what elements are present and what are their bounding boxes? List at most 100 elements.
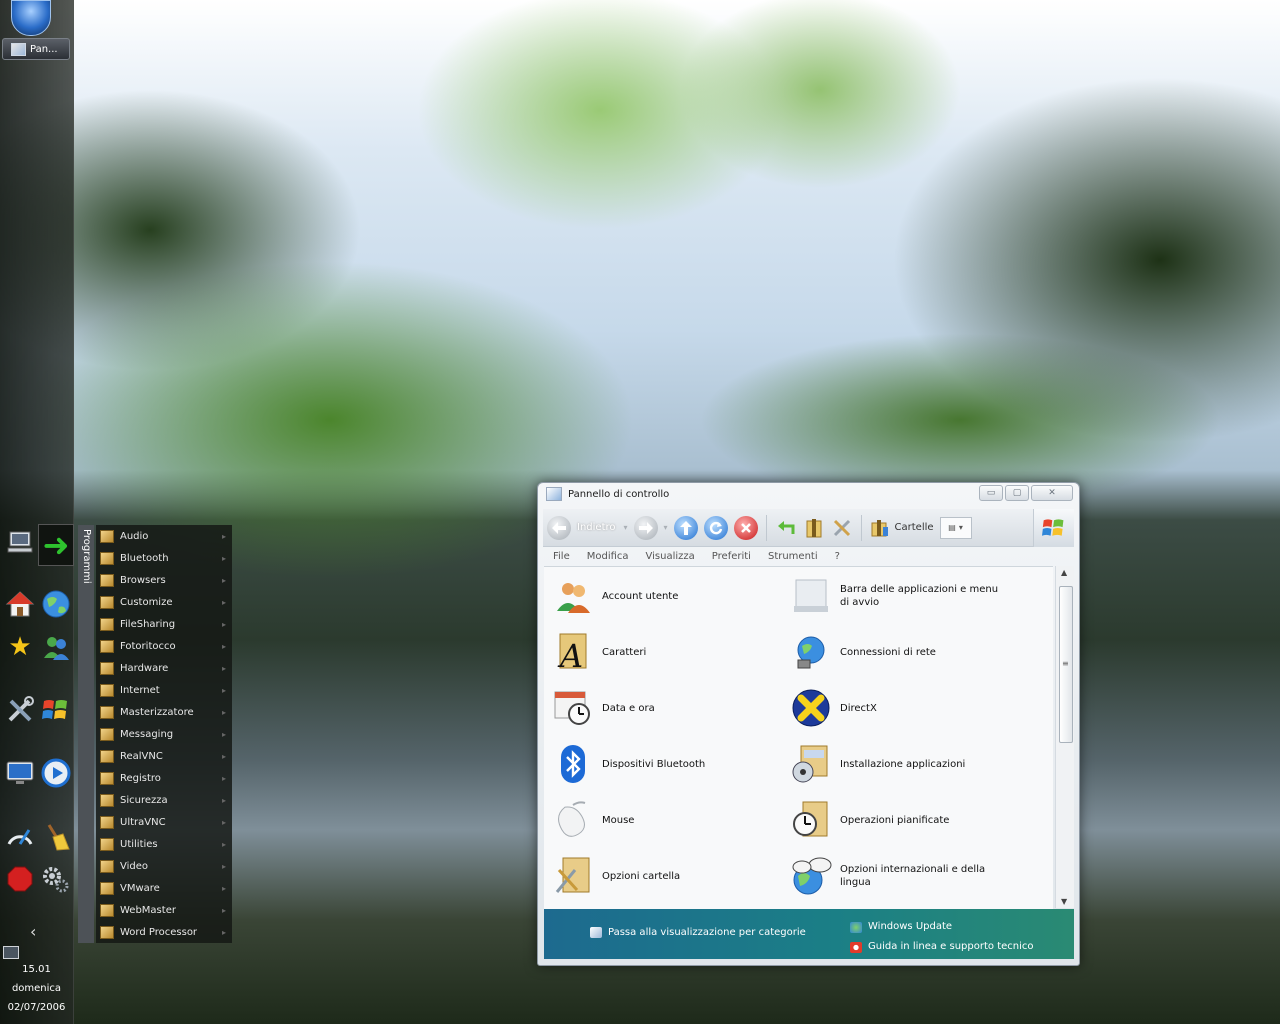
favorites-star-icon[interactable]: ★ (3, 630, 37, 664)
globe-icon[interactable] (39, 587, 73, 621)
maximize-button[interactable]: ▢ (1005, 485, 1029, 501)
menu-item[interactable]: Modifica (587, 551, 629, 562)
scheduled-tasks-icon (790, 799, 832, 841)
windows-update-link[interactable]: Windows Update (850, 917, 1034, 937)
menu-item[interactable]: Visualizza (646, 551, 695, 562)
start-orb-button[interactable] (11, 0, 51, 36)
submenu-arrow-icon: ▸ (221, 861, 226, 871)
folders-label: Cartelle (894, 522, 934, 533)
menu-item[interactable]: Preferiti (712, 551, 751, 562)
back-dropdown-icon[interactable]: ▾ (624, 523, 628, 532)
scroll-up-icon[interactable]: ▲ (1061, 568, 1067, 577)
back-label[interactable]: Indietro (577, 522, 616, 533)
windows-flag-icon[interactable] (39, 693, 73, 727)
vertical-scrollbar[interactable]: ▲ ≡ ▼ (1055, 566, 1074, 908)
program-group-folder-icon (100, 573, 114, 587)
control-panel-item-label: Dispositivi Bluetooth (602, 758, 706, 770)
menu-item[interactable]: Strumenti (768, 551, 818, 562)
control-panel-item[interactable]: Operazioni pianificate (790, 799, 1010, 841)
programs-menu-item[interactable]: UltraVNC ▸ (96, 811, 232, 833)
programs-menu-item[interactable]: Browsers ▸ (96, 569, 232, 591)
program-group-folder-icon (100, 903, 114, 917)
gauge-icon[interactable] (3, 820, 37, 854)
search-folder-icon[interactable] (803, 517, 825, 539)
programs-menu-item[interactable]: Audio ▸ (96, 525, 232, 547)
programs-menu-item[interactable]: Hardware ▸ (96, 657, 232, 679)
clock[interactable]: 15.01 domenica 02/07/2006 (0, 960, 73, 1017)
minimize-button[interactable]: ▭ (979, 485, 1003, 501)
control-panel-item-label: Mouse (602, 814, 635, 826)
programs-menu-item[interactable]: VMware ▸ (96, 877, 232, 899)
computer-icon[interactable] (3, 525, 37, 559)
control-panel-item[interactable]: Dispositivi Bluetooth (552, 743, 772, 785)
programs-menu-item-label: Audio (120, 530, 149, 542)
submenu-arrow-icon: ▸ (221, 751, 226, 761)
folders-button[interactable]: Cartelle (870, 518, 934, 538)
collapse-dock-button[interactable]: ‹ (30, 922, 36, 941)
programs-menu-item[interactable]: Sicurezza ▸ (96, 789, 232, 811)
broom-icon[interactable] (39, 820, 73, 854)
run-arrow-icon[interactable]: ➜ (38, 524, 74, 566)
forward-dropdown-icon[interactable]: ▾ (664, 523, 668, 532)
fonts-icon: A (552, 631, 594, 673)
up-button[interactable] (673, 515, 698, 540)
programs-menu-item-label: Utilities (120, 838, 158, 850)
submenu-arrow-icon: ▸ (221, 927, 226, 937)
stop-sign-icon[interactable] (3, 862, 37, 896)
media-player-icon[interactable] (39, 756, 73, 790)
back-history-icon[interactable] (775, 517, 797, 539)
programs-menu-item[interactable]: Utilities ▸ (96, 833, 232, 855)
control-panel-item-label: Data e ora (602, 702, 655, 714)
programs-menu-item[interactable]: Fotoritocco ▸ (96, 635, 232, 657)
control-panel-item[interactable]: A Caratteri (552, 631, 772, 673)
stop-button[interactable] (733, 515, 758, 540)
views-button[interactable]: ▤ ▾ (939, 516, 972, 539)
task-pane-footer: Passa alla visualizzazione per categorie… (544, 909, 1074, 959)
scroll-down-icon[interactable]: ▼ (1061, 897, 1067, 906)
help-support-link[interactable]: Guida in linea e supporto tecnico (850, 937, 1034, 957)
programs-menu-item[interactable]: Masterizzatore ▸ (96, 701, 232, 723)
control-panel-item[interactable]: Opzioni internazionali e della lingua (790, 855, 1010, 897)
control-panel-item[interactable]: DirectX (790, 687, 1010, 729)
control-panel-item[interactable]: Data e ora (552, 687, 772, 729)
programs-menu-item[interactable]: Word Processor ▸ (96, 921, 232, 943)
control-panel-item[interactable]: Installazione applicazioni (790, 743, 1010, 785)
tools-icon[interactable] (831, 517, 853, 539)
programs-menu-item[interactable]: Bluetooth ▸ (96, 547, 232, 569)
programs-menu-item-label: Fotoritocco (120, 640, 176, 652)
control-panel-item[interactable]: Mouse (552, 799, 772, 841)
program-group-folder-icon (100, 617, 114, 631)
control-panel-item[interactable]: Connessioni di rete (790, 631, 1010, 673)
programs-menu-item[interactable]: FileSharing ▸ (96, 613, 232, 635)
programs-menu-item[interactable]: Internet ▸ (96, 679, 232, 701)
tools-icon[interactable] (3, 693, 37, 727)
control-panel-item[interactable]: Account utente (552, 575, 772, 617)
users-icon[interactable] (39, 630, 73, 664)
programs-menu-item[interactable]: Messaging ▸ (96, 723, 232, 745)
control-panel-icon (11, 42, 26, 56)
switch-view-link[interactable]: Passa alla visualizzazione per categorie (590, 927, 806, 938)
taskbar-button-pannello[interactable]: Pan... (2, 38, 70, 60)
forward-button[interactable] (633, 515, 658, 540)
programs-menu-item[interactable]: WebMaster ▸ (96, 899, 232, 921)
network-tray-icon[interactable] (3, 946, 19, 959)
programs-menu-item[interactable]: Customize ▸ (96, 591, 232, 613)
programs-menu-item[interactable]: RealVNC ▸ (96, 745, 232, 767)
back-button[interactable] (547, 515, 571, 540)
home-icon[interactable] (3, 587, 37, 621)
control-panel-item-label: Operazioni pianificate (840, 814, 950, 826)
programs-menu-item[interactable]: Registro ▸ (96, 767, 232, 789)
refresh-button[interactable] (703, 515, 728, 540)
programs-menu-item[interactable]: Video ▸ (96, 855, 232, 877)
menu-item[interactable]: ? (835, 551, 840, 562)
close-button[interactable]: ✕ (1031, 485, 1073, 501)
menu-item[interactable]: File (553, 551, 570, 562)
control-panel-item[interactable]: Barra delle applicazioni e menu di avvio (790, 575, 1010, 617)
control-panel-items: Account utente Barra delle applicazioni e… (544, 566, 1053, 909)
scroll-grip-icon: ≡ (1062, 659, 1069, 668)
program-group-folder-icon (100, 727, 114, 741)
display-icon[interactable] (3, 756, 37, 790)
programs-menu-item-label: Customize (120, 596, 173, 608)
control-panel-item[interactable]: Opzioni cartella (552, 855, 772, 897)
gears-icon[interactable] (39, 862, 73, 896)
